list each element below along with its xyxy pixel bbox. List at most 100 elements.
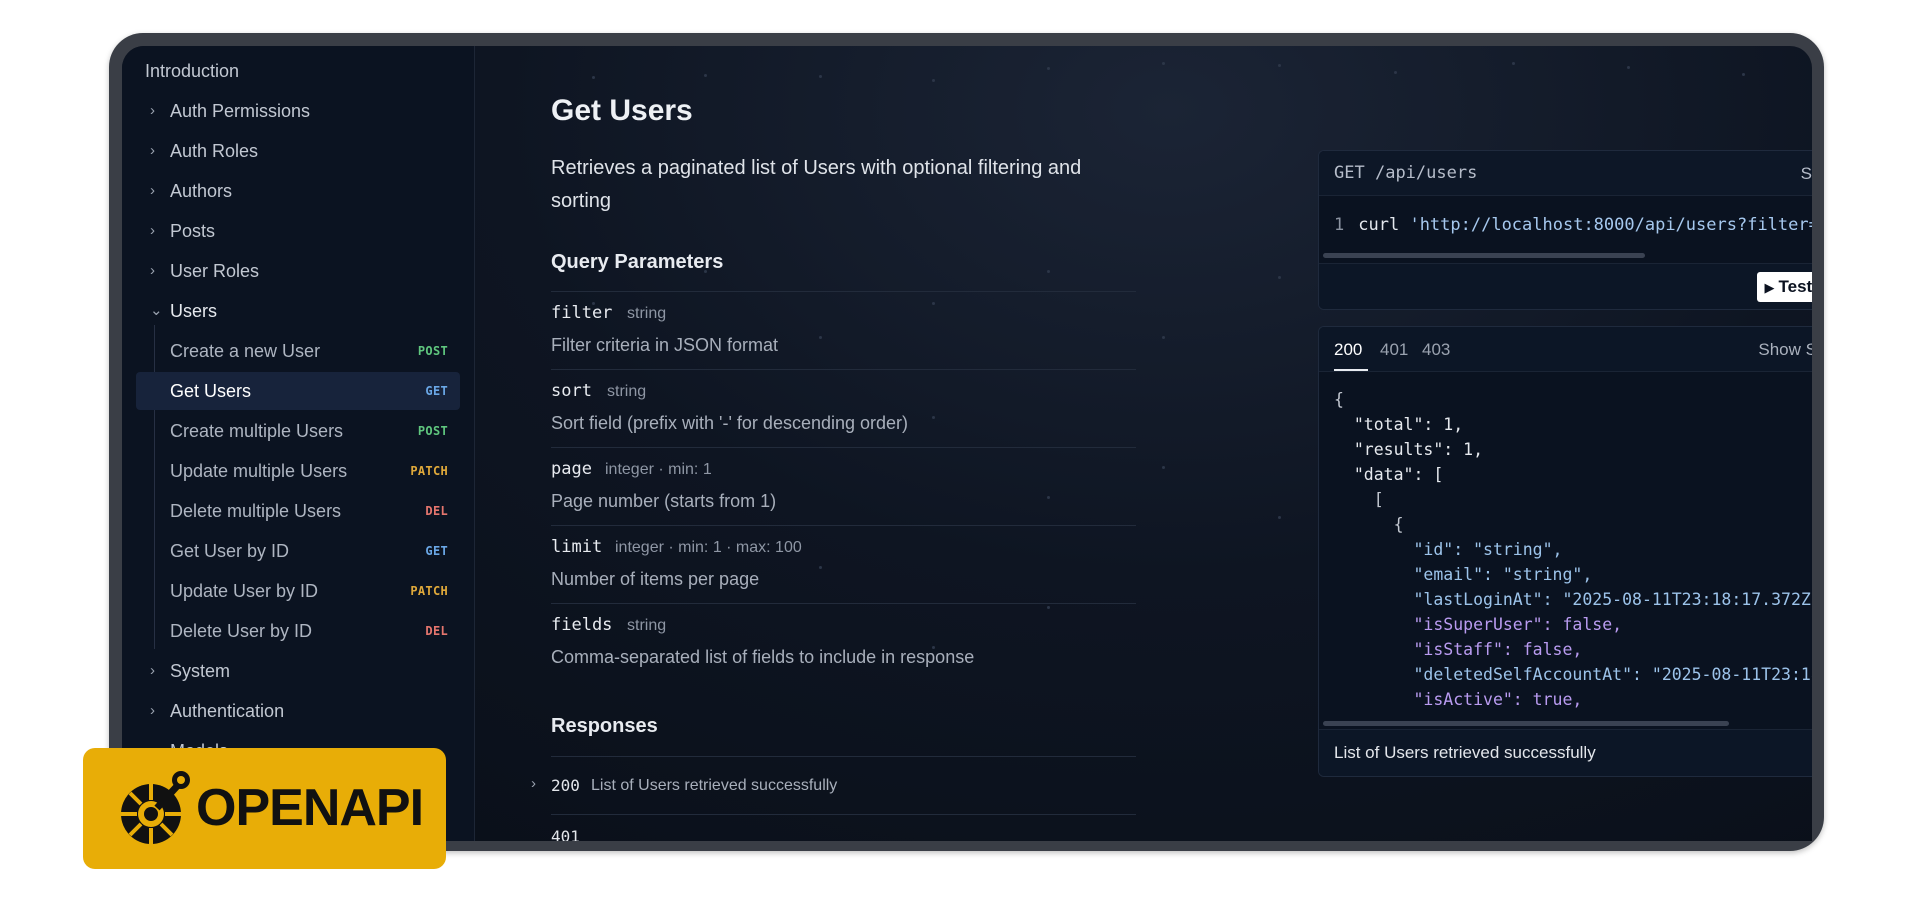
language-label: Shell Curl	[1800, 164, 1812, 183]
sidebar-item-delete-multiple-users[interactable]: Delete multiple Users DEL	[136, 492, 460, 530]
json-line: "total": 1,	[1334, 415, 1464, 434]
sidebar: Introduction › Auth Permissions › Auth R…	[122, 46, 475, 841]
response-row-401[interactable]: 401	[551, 814, 1136, 841]
param-limit: limit integer · min: 1 · max: 100 Number…	[551, 525, 1136, 604]
sidebar-item-label: Delete User by ID	[170, 621, 313, 641]
param-description: Filter criteria in JSON format	[551, 335, 779, 355]
json-line: "lastLoginAt": "2025-08-11T23:18:17.372Z…	[1334, 590, 1812, 609]
sidebar-item-get-users[interactable]: Get Users GET	[136, 372, 460, 410]
method-badge: GET	[425, 544, 448, 558]
param-type: string	[627, 305, 667, 322]
method-badge: POST	[417, 424, 448, 438]
chevron-right-icon: ›	[531, 775, 536, 792]
tab-200[interactable]: 200	[1334, 340, 1362, 360]
sidebar-item-label: Update User by ID	[170, 581, 319, 601]
param-name: page	[551, 459, 592, 479]
json-line: {	[1334, 515, 1404, 534]
test-request-label: Test Request	[1778, 277, 1813, 296]
sidebar-item-update-multiple-users[interactable]: Update multiple Users PATCH	[136, 452, 460, 490]
response-row-200[interactable]: › 200 List of Users retrieved successful…	[531, 756, 1136, 815]
param-page: page integer · min: 1 Page number (start…	[551, 447, 1136, 526]
openapi-logo-badge: OPENAPI	[83, 748, 446, 869]
json-line: [	[1334, 490, 1384, 509]
tab-401[interactable]: 401	[1380, 340, 1408, 360]
sidebar-group-authors[interactable]: › Authors	[122, 172, 475, 210]
param-fields: fields string Comma-separated list of fi…	[551, 603, 1136, 682]
response-code: 200	[551, 776, 580, 795]
sidebar-item-create-a-new-user[interactable]: Create a new User POST	[136, 332, 460, 370]
request-header: GET /api/users Shell Curl ⌄	[1319, 151, 1812, 196]
sidebar-group-system[interactable]: › System	[122, 652, 475, 690]
json-line: "results": 1,	[1334, 440, 1484, 459]
horizontal-scrollbar[interactable]	[1323, 253, 1645, 258]
sidebar-group-authentication[interactable]: › Authentication	[122, 692, 475, 730]
sidebar-group-user-roles[interactable]: › User Roles	[122, 252, 475, 290]
json-line: {	[1334, 390, 1344, 409]
param-description: Sort field (prefix with '-' for descendi…	[551, 413, 909, 433]
param-type: string	[627, 617, 667, 634]
openapi-logo-text: OPENAPI	[196, 779, 424, 837]
param-type: integer · min: 1	[605, 461, 712, 478]
chevron-right-icon: ›	[150, 102, 155, 119]
sidebar-item-delete-user-by-id[interactable]: Delete User by ID DEL	[136, 612, 460, 650]
sidebar-item-label: Auth Permissions	[170, 101, 311, 121]
response-footer: List of Users retrieved successfully	[1319, 729, 1812, 776]
sidebar-item-introduction[interactable]: Introduction	[122, 52, 475, 90]
sidebar-item-label: Users	[170, 301, 218, 321]
language-select[interactable]: Shell Curl ⌄	[1801, 164, 1812, 184]
openapi-logo-icon	[121, 771, 190, 844]
sidebar-group-auth-permissions[interactable]: › Auth Permissions	[122, 92, 475, 130]
param-name: fields	[551, 615, 613, 635]
main-content: Get Users Retrieves a paginated list of …	[475, 46, 1812, 841]
query-parameters-heading: Query Parameters	[551, 251, 724, 273]
code-url: 'http://localhost:8000/api/users?filter=…	[1409, 215, 1812, 235]
response-json: { "total": 1, "results": 1, "data": [ [ …	[1334, 387, 1812, 712]
sidebar-item-create-multiple-users[interactable]: Create multiple Users POST	[136, 412, 460, 450]
sidebar-group-posts[interactable]: › Posts	[122, 212, 475, 250]
endpoint-description: Retrieves a paginated list of Users with…	[551, 157, 1082, 212]
method-badge: GET	[425, 384, 448, 398]
sidebar-group-users[interactable]: ⌄ Users	[122, 292, 475, 330]
param-type: string	[607, 383, 647, 400]
sidebar-item-label: Authentication	[170, 701, 285, 721]
json-line: "deletedSelfAccountAt": "2025-08-11T23:1…	[1334, 665, 1812, 684]
chevron-down-icon: ⌄	[150, 302, 163, 319]
response-example-panel: 200 401 403 Show Schema { "total": 1, "r…	[1318, 326, 1812, 777]
request-method: GET	[1334, 163, 1365, 183]
sidebar-group-auth-roles[interactable]: › Auth Roles	[122, 132, 475, 170]
sidebar-item-get-user-by-id[interactable]: Get User by ID GET	[136, 532, 460, 570]
chevron-right-icon: ›	[150, 142, 155, 159]
request-example-panel: GET /api/users Shell Curl ⌄ 1 curl 'http:…	[1318, 150, 1812, 310]
sidebar-item-label: Introduction	[145, 61, 240, 81]
param-name: filter	[551, 303, 613, 323]
sidebar-item-update-user-by-id[interactable]: Update User by ID PATCH	[136, 572, 460, 610]
response-code: 401	[551, 827, 580, 841]
play-icon: ▶	[1764, 280, 1775, 295]
horizontal-scrollbar[interactable]	[1323, 721, 1729, 726]
method-badge: PATCH	[410, 584, 448, 598]
json-line: "id": "string",	[1334, 540, 1563, 559]
show-schema-label: Show Schema	[1758, 340, 1812, 359]
sidebar-item-label: Update multiple Users	[170, 461, 348, 481]
method-badge: DEL	[425, 504, 448, 518]
chevron-right-icon: ›	[150, 662, 155, 679]
test-request-button[interactable]: ▶Test Request	[1756, 272, 1813, 302]
param-description: Number of items per page	[551, 569, 760, 589]
method-badge: PATCH	[410, 464, 448, 478]
responses-heading: Responses	[551, 715, 658, 737]
sidebar-item-label: Delete multiple Users	[170, 501, 342, 521]
tab-403[interactable]: 403	[1422, 340, 1450, 360]
param-name: limit	[551, 537, 603, 557]
response-description: List of Users retrieved successfully	[591, 777, 838, 794]
sidebar-item-label: Get Users	[170, 381, 252, 401]
sidebar-item-label: Create a new User	[170, 341, 321, 361]
request-path: /api/users	[1374, 163, 1478, 183]
param-description: Page number (starts from 1)	[551, 491, 777, 511]
response-footer-text: List of Users retrieved successfully	[1334, 743, 1596, 762]
active-tab-indicator	[1334, 369, 1368, 371]
sidebar-item-label: Authors	[170, 181, 233, 201]
app-window: Introduction › Auth Permissions › Auth R…	[122, 46, 1812, 841]
sidebar-item-label: Posts	[170, 221, 216, 241]
sidebar-item-label: System	[170, 661, 231, 681]
json-line: "data": [	[1334, 465, 1444, 484]
